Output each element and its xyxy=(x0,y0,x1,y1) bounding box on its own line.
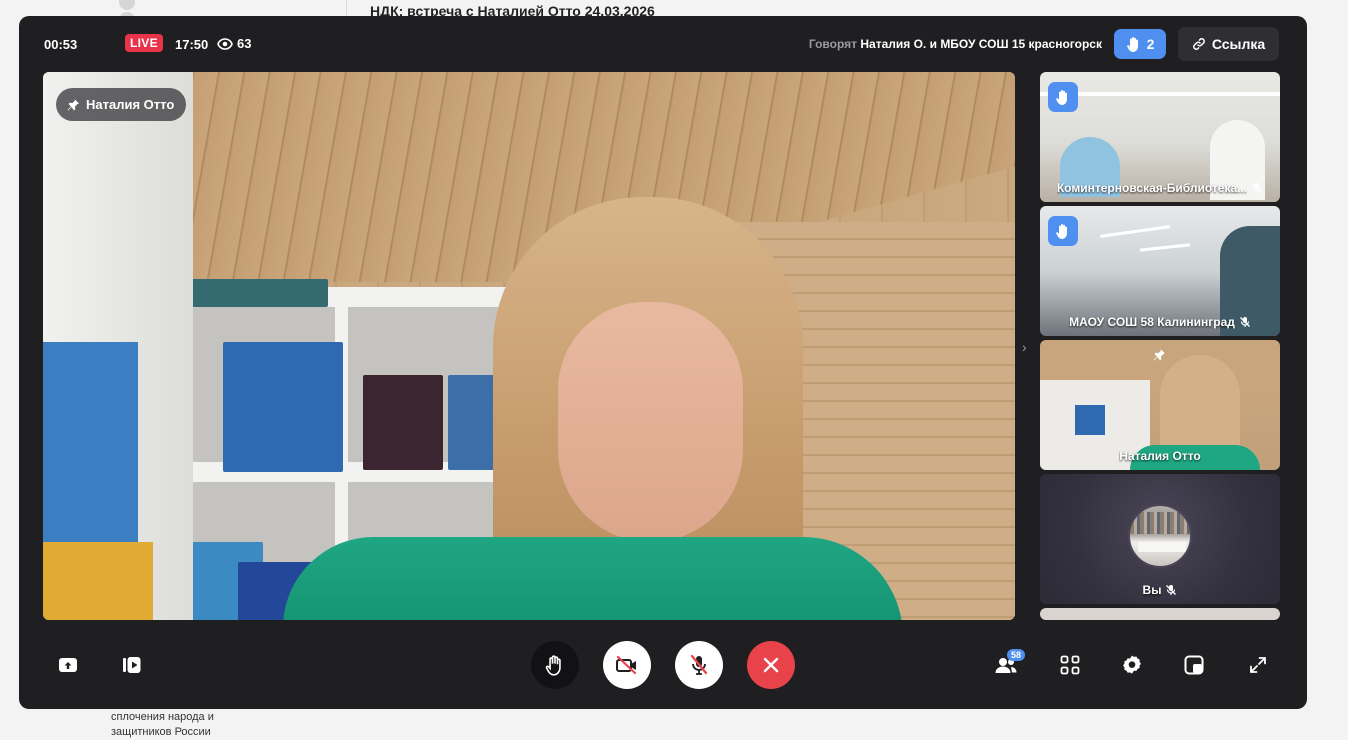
fullscreen-button[interactable] xyxy=(1242,649,1274,681)
speaking-names: Наталия О. и МБОУ СОШ 15 красногорск xyxy=(860,37,1102,51)
hand-icon xyxy=(1126,36,1138,52)
participants-count-badge: 58 xyxy=(1007,649,1026,661)
main-video-name: Наталия Отто xyxy=(86,97,175,112)
mic-off-icon xyxy=(1239,317,1250,327)
participant-tile-label: Наталия Отто xyxy=(1040,449,1280,463)
expand-icon xyxy=(1250,657,1266,673)
upload-screen-icon xyxy=(59,658,77,672)
raise-hand-button[interactable] xyxy=(531,641,579,689)
video-presentation-button[interactable] xyxy=(116,649,148,681)
raised-hand-indicator xyxy=(1048,82,1078,112)
link-icon xyxy=(1192,38,1205,50)
participant-name: МАОУ СОШ 58 Калининград xyxy=(1069,315,1235,329)
speaking-indicator: Говорят Наталия О. и МБОУ СОШ 15 красног… xyxy=(809,37,1102,51)
main-video-name-tag: Наталия Отто xyxy=(56,88,187,121)
participant-thumbnails: Коминтерновская-Библиотека... МАОУ СОШ 5… xyxy=(1040,72,1280,620)
viewer-count: 63 xyxy=(217,36,251,51)
raised-hand-indicator xyxy=(1048,216,1078,246)
clock: 17:50 xyxy=(175,37,209,52)
speaking-prefix: Говорят xyxy=(808,37,858,51)
participant-tile-self[interactable]: Вы xyxy=(1040,474,1280,604)
conference-topbar: 00:53 LIVE 17:50 63 Говорят Наталия О. и… xyxy=(19,16,1307,74)
video-background xyxy=(43,72,193,620)
close-icon xyxy=(763,657,779,673)
viewer-count-value: 63 xyxy=(237,36,252,51)
hand-icon xyxy=(1056,89,1067,105)
background-circle-icon xyxy=(119,0,135,10)
background-sidebar-text: сплочения народа и защитников России xyxy=(111,711,214,738)
copy-link-button[interactable]: Ссылка xyxy=(1178,27,1279,61)
end-call-button[interactable] xyxy=(747,641,795,689)
participant-tile[interactable]: Коминтерновская-Библиотека... xyxy=(1040,72,1280,202)
participant-name: Коминтерновская-Библиотека... xyxy=(1056,181,1248,195)
participant-name: Вы xyxy=(1142,583,1162,597)
elapsed-timer: 00:53 xyxy=(44,37,78,52)
participant-name: Наталия Отто xyxy=(1119,449,1201,463)
background-divider xyxy=(346,0,347,16)
settings-button[interactable] xyxy=(1116,649,1148,681)
participant-video-person xyxy=(283,132,903,620)
eye-icon xyxy=(217,37,233,50)
video-conference-window: 00:53 LIVE 17:50 63 Говорят Наталия О. и… xyxy=(19,16,1307,709)
grid-icon xyxy=(1060,655,1080,675)
raised-hands-button[interactable]: 2 xyxy=(1114,29,1166,59)
mic-off-icon xyxy=(690,654,708,675)
pin-icon xyxy=(67,98,79,110)
microphone-toggle-button[interactable] xyxy=(675,641,723,689)
camera-toggle-button[interactable] xyxy=(603,641,651,689)
participant-tile-label: Коминтерновская-Библиотека... xyxy=(1040,181,1280,195)
collapse-panel-chevron-icon[interactable]: › xyxy=(1022,339,1027,355)
participant-tile[interactable] xyxy=(1040,608,1280,620)
raised-hands-count: 2 xyxy=(1146,36,1155,52)
hand-icon xyxy=(1056,223,1067,239)
live-badge: LIVE xyxy=(125,34,163,52)
grid-layout-button[interactable] xyxy=(1054,649,1086,681)
hand-icon xyxy=(545,654,561,676)
avatar xyxy=(1128,504,1192,568)
play-video-icon xyxy=(123,657,141,673)
participant-tile-label: Вы xyxy=(1040,583,1280,597)
copy-link-label: Ссылка xyxy=(1211,36,1266,52)
mic-off-icon xyxy=(1166,585,1177,595)
mic-off-icon xyxy=(1252,183,1263,193)
picture-in-picture-icon xyxy=(1184,655,1204,675)
pin-icon xyxy=(1153,349,1165,361)
picture-in-picture-button[interactable] xyxy=(1178,649,1210,681)
gear-icon xyxy=(1123,655,1141,674)
share-screen-button[interactable] xyxy=(52,649,84,681)
camera-off-icon xyxy=(616,655,637,675)
participant-tile-label: МАОУ СОШ 58 Калининград xyxy=(1040,315,1280,329)
main-video-feed[interactable]: Наталия Отто xyxy=(43,72,1015,620)
participant-tile[interactable]: Наталия Отто xyxy=(1040,340,1280,470)
participant-tile[interactable]: МАОУ СОШ 58 Калининград xyxy=(1040,206,1280,336)
